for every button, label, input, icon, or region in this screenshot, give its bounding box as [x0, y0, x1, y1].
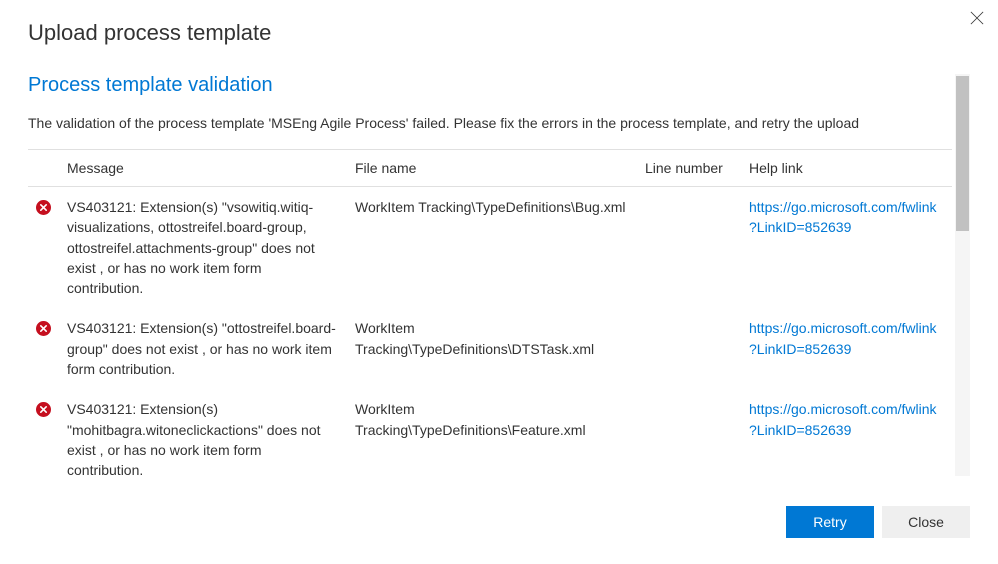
close-icon[interactable]	[970, 10, 984, 28]
validation-table: Message File name Line number Help link …	[28, 149, 952, 476]
error-icon-cell	[28, 389, 59, 476]
dialog-title: Upload process template	[28, 20, 970, 46]
dialog-footer: Retry Close	[28, 476, 970, 544]
table-header-row: Message File name Line number Help link	[28, 150, 952, 187]
table-header-linenumber: Line number	[637, 150, 741, 187]
message-cell: VS403121: Extension(s) "ottostreifel.boa…	[59, 308, 347, 389]
error-icon	[36, 402, 51, 417]
dialog-container: Upload process template Process template…	[0, 0, 998, 564]
retry-button[interactable]: Retry	[786, 506, 874, 538]
helplink-cell: https://go.microsoft.com/fwlink?LinkID=8…	[741, 187, 952, 309]
linenumber-cell	[637, 389, 741, 476]
table-row: VS403121: Extension(s) "ottostreifel.boa…	[28, 308, 952, 389]
message-cell: VS403121: Extension(s) "vsowitiq.witiq-v…	[59, 187, 347, 309]
scrollbar-thumb[interactable]	[956, 76, 969, 231]
table-header-filename: File name	[347, 150, 637, 187]
linenumber-cell	[637, 187, 741, 309]
error-icon-cell	[28, 187, 59, 309]
table-row: VS403121: Extension(s) "vsowitiq.witiq-v…	[28, 187, 952, 309]
table-header-message: Message	[59, 150, 347, 187]
validation-description: The validation of the process template '…	[28, 115, 952, 131]
section-title: Process template validation	[28, 74, 952, 97]
helplink-cell: https://go.microsoft.com/fwlink?LinkID=8…	[741, 389, 952, 476]
table-header-icon	[28, 150, 59, 187]
scrollbar-track[interactable]	[955, 74, 970, 476]
error-icon	[36, 200, 51, 215]
close-button[interactable]: Close	[882, 506, 970, 538]
error-icon	[36, 321, 51, 336]
filename-cell: WorkItem Tracking\TypeDefinitions\Bug.xm…	[347, 187, 637, 309]
help-link[interactable]: https://go.microsoft.com/fwlink?LinkID=8…	[749, 401, 937, 437]
linenumber-cell	[637, 308, 741, 389]
help-link[interactable]: https://go.microsoft.com/fwlink?LinkID=8…	[749, 320, 937, 356]
message-cell: VS403121: Extension(s) "mohitbagra.witon…	[59, 389, 347, 476]
scroll-area: Process template validation The validati…	[28, 74, 970, 476]
helplink-cell: https://go.microsoft.com/fwlink?LinkID=8…	[741, 308, 952, 389]
filename-cell: WorkItem Tracking\TypeDefinitions\Featur…	[347, 389, 637, 476]
help-link[interactable]: https://go.microsoft.com/fwlink?LinkID=8…	[749, 199, 937, 235]
filename-cell: WorkItem Tracking\TypeDefinitions\DTSTas…	[347, 308, 637, 389]
error-icon-cell	[28, 308, 59, 389]
table-header-helplink: Help link	[741, 150, 952, 187]
table-row: VS403121: Extension(s) "mohitbagra.witon…	[28, 389, 952, 476]
